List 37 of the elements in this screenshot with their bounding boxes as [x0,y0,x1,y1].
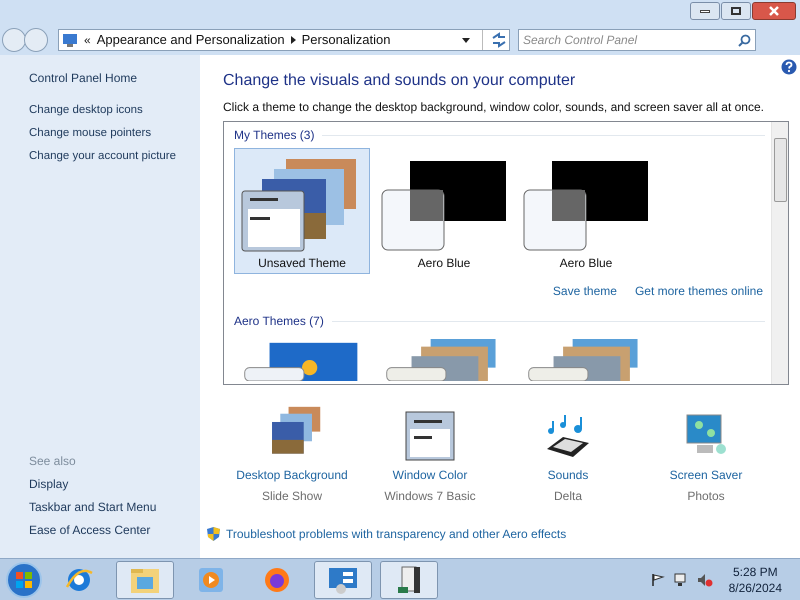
search-field[interactable]: Search Control Panel [518,29,756,51]
theme-name: Aero Blue [418,255,470,272]
setting-value: Windows 7 Basic [384,488,476,505]
theme-tile[interactable]: Aero Blue [376,148,512,274]
search-input[interactable]: Search Control Panel [523,31,738,49]
theme-name: Aero Blue [560,255,612,272]
sidebar-link[interactable]: Display [29,475,200,498]
sidebar-link[interactable]: Change mouse pointers [29,125,200,148]
setting-link[interactable]: Window Color [392,466,468,484]
setting-value: Photos [687,488,725,505]
breadcrumb[interactable]: Appearance and Personalization [96,30,285,50]
section-heading: Aero Themes (7) [234,313,324,330]
setting-link[interactable]: Sounds [548,466,588,484]
setting-link[interactable]: Screen Saver [670,466,742,484]
theme-tile[interactable]: Aero Blue [518,148,654,274]
gallery-link[interactable]: Save theme [552,282,617,300]
setting-link[interactable]: Desktop Background [236,466,348,484]
theme-name: Unsaved Theme [258,255,346,272]
troubleshoot-link[interactable]: Troubleshoot problems with transparency and other Aero effects [226,525,566,543]
gallery-link[interactable]: Get more themes online [634,282,763,300]
sidebar-link[interactable]: Ease of Access Center [29,521,200,544]
clock-date[interactable]: 8/26/2024 [728,580,782,596]
section-heading: My Themes (3) [234,127,314,144]
sidebar-link[interactable]: Change your account picture [29,148,200,171]
sidebar-link[interactable]: Taskbar and Start Menu [29,498,200,521]
address-bar[interactable]: « Appearance and Personalization Personalization [58,29,510,51]
theme-tile[interactable]: Unsaved Theme [234,148,370,274]
setting-value: Delta [554,488,582,505]
setting-value: Slide Show [262,488,322,505]
sidebar-link[interactable]: Change desktop icons [29,102,200,125]
page-heading: Change the visuals and sounds on your computer [223,71,576,91]
breadcrumb[interactable]: Personalization [302,30,390,50]
sidebar-link[interactable]: Control Panel Home [29,69,200,87]
page-description: Click a theme to change the desktop background, window color, sounds, and screen saver all at once. [223,99,765,116]
clock-time[interactable]: 5:28 PM [732,564,778,580]
overflow-chevron[interactable]: « [84,31,91,49]
see-also-heading: See also [29,453,77,470]
